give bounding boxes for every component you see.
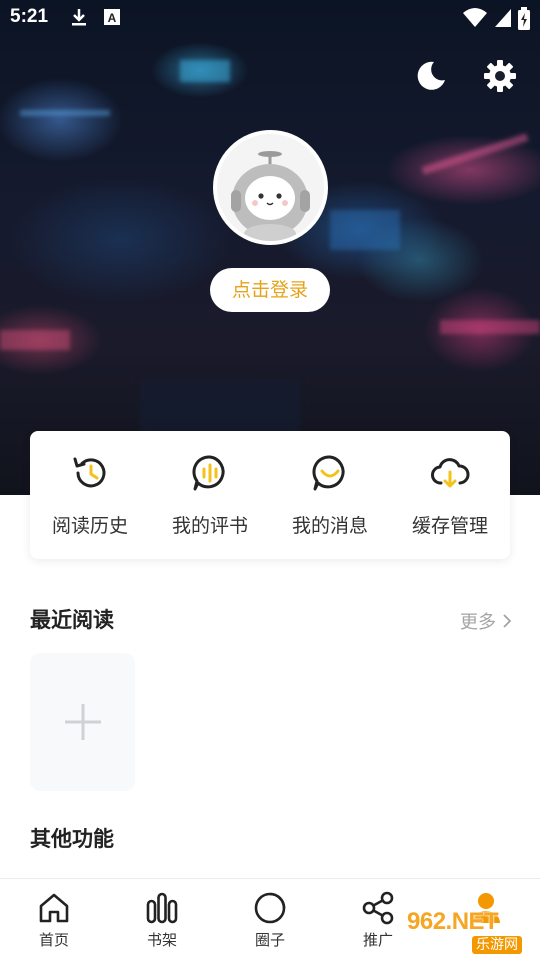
nav-bookshelf[interactable]: 书架 bbox=[108, 879, 216, 960]
avatar[interactable] bbox=[213, 130, 328, 245]
more-link[interactable]: 更多 bbox=[460, 608, 512, 634]
nav-home[interactable]: 首页 bbox=[0, 879, 108, 960]
wifi-icon bbox=[462, 7, 488, 33]
profile-header-background bbox=[0, 0, 540, 495]
bg-light-streak bbox=[180, 60, 230, 82]
quick-action-label: 我的消息 bbox=[291, 515, 368, 537]
shelf-icon bbox=[146, 892, 178, 924]
plus-icon bbox=[65, 704, 101, 740]
quick-action-label: 我的评书 bbox=[171, 515, 248, 537]
bg-light-streak bbox=[330, 210, 400, 250]
more-label: 更多 bbox=[460, 612, 496, 633]
other-functions-title: 其他功能 bbox=[30, 826, 114, 851]
robot-avatar-icon bbox=[217, 134, 324, 241]
download-icon bbox=[70, 7, 88, 31]
quick-actions-card: 阅读历史 我的评书 我的消息 缓存管理 bbox=[30, 431, 510, 559]
quick-action-reading-history[interactable]: 阅读历史 bbox=[30, 431, 150, 559]
login-button[interactable]: 点击登录 bbox=[210, 268, 330, 312]
add-book-tile[interactable] bbox=[30, 653, 135, 791]
bg-light-streak bbox=[440, 320, 540, 334]
watermark-logo: 962.NET 乐游网 bbox=[404, 908, 536, 956]
bg-light-streak bbox=[421, 133, 529, 175]
nav-label: 首页 bbox=[38, 931, 69, 949]
status-time: 5:21 bbox=[10, 6, 49, 27]
share-icon bbox=[362, 891, 394, 925]
chevron-right-icon bbox=[503, 614, 512, 628]
quick-action-label: 阅读历史 bbox=[51, 515, 128, 537]
svg-text:A: A bbox=[108, 11, 117, 25]
recent-reading-title: 最近阅读 bbox=[30, 607, 114, 632]
quick-action-my-messages[interactable]: 我的消息 bbox=[270, 431, 390, 559]
bg-light-streak bbox=[0, 330, 70, 350]
quick-action-label: 缓存管理 bbox=[411, 515, 488, 537]
message-icon bbox=[312, 455, 345, 491]
circle-icon bbox=[254, 892, 286, 924]
watermark-logo-text: 962.NET bbox=[407, 908, 499, 935]
watermark-sub-text: 乐游网 bbox=[472, 936, 522, 954]
history-icon bbox=[73, 457, 106, 488]
cloud-download-icon bbox=[431, 458, 470, 488]
signal-icon bbox=[493, 7, 513, 33]
quick-action-my-reviews[interactable]: 我的评书 bbox=[150, 431, 270, 559]
nav-label: 书架 bbox=[146, 931, 177, 949]
nav-circle[interactable]: 圈子 bbox=[216, 879, 324, 960]
status-bar: 5:21 A bbox=[0, 0, 540, 36]
bg-light-streak bbox=[20, 110, 110, 116]
voice-bubble-icon bbox=[192, 455, 225, 491]
battery-icon bbox=[517, 7, 531, 35]
home-icon bbox=[39, 893, 69, 923]
a-icon: A bbox=[103, 7, 121, 31]
quick-action-cache-management[interactable]: 缓存管理 bbox=[390, 431, 510, 559]
nav-label: 圈子 bbox=[254, 931, 285, 949]
gear-icon[interactable] bbox=[482, 58, 518, 94]
moon-icon[interactable] bbox=[413, 58, 449, 94]
